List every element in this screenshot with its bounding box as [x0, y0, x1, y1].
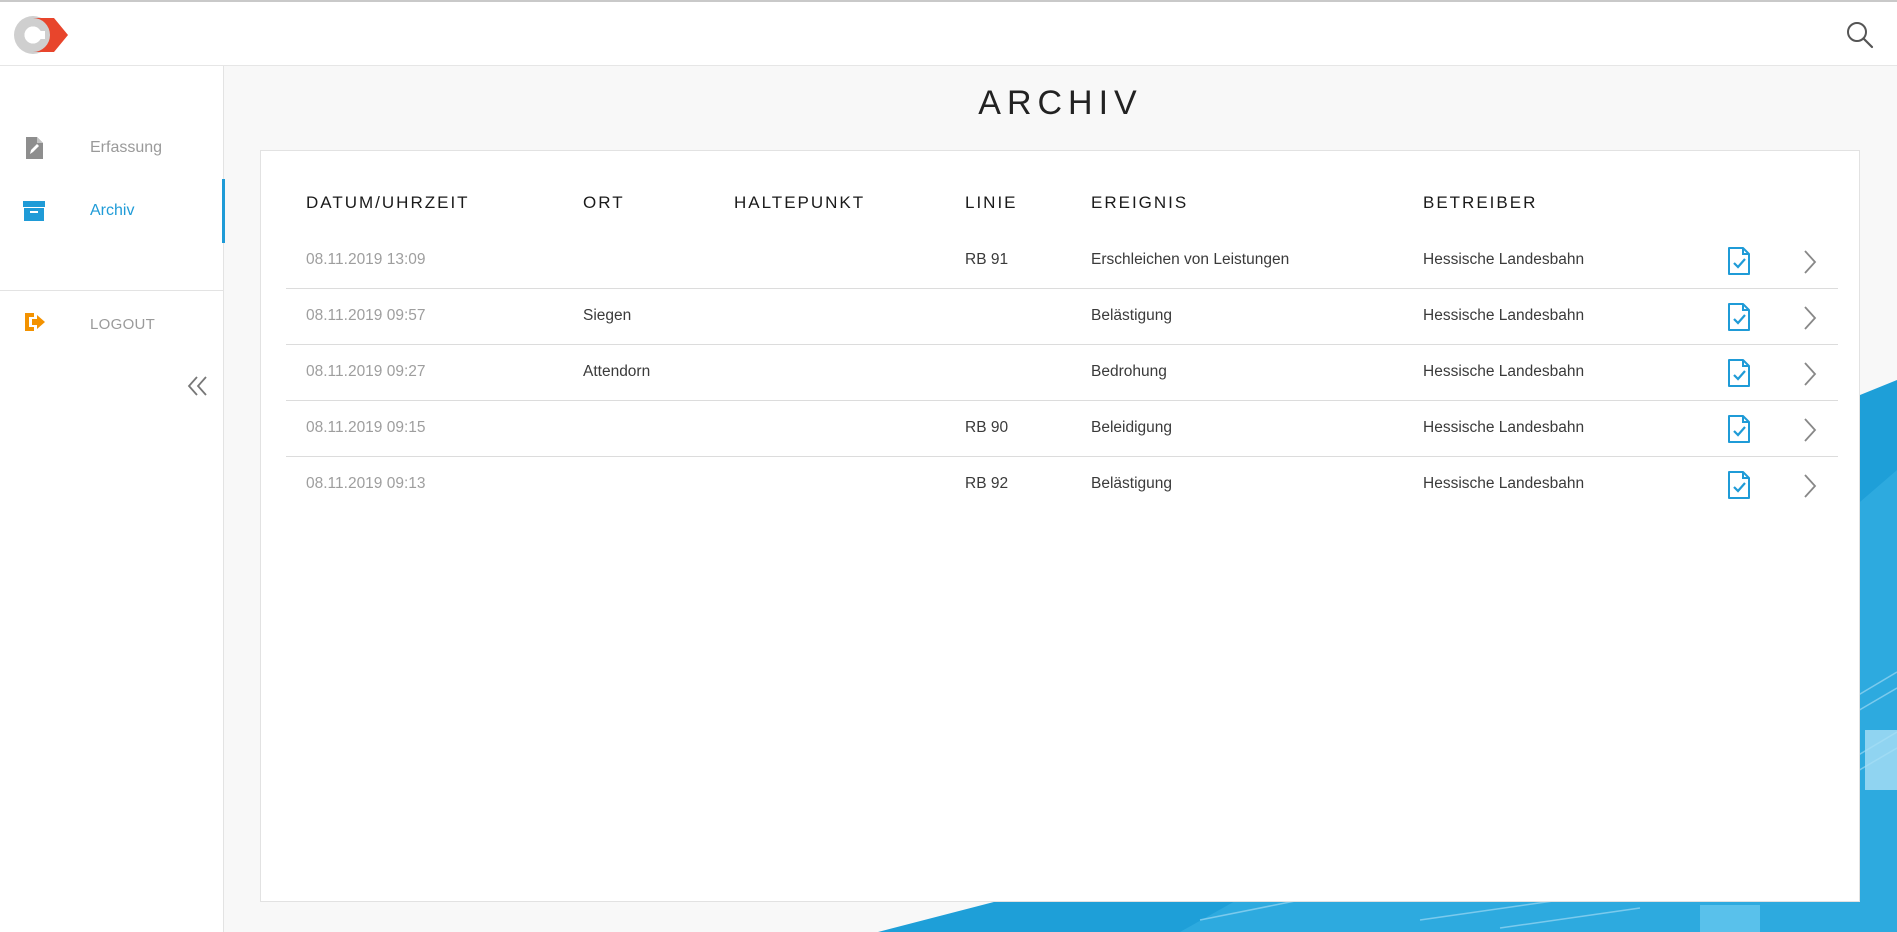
archive-box-icon [23, 201, 45, 221]
cell-betreiber: Hessische Landesbahn [1423, 419, 1585, 436]
chevron-right-icon[interactable] [1801, 361, 1819, 387]
cell-linie: RB 91 [965, 251, 1009, 268]
document-check-icon[interactable] [1726, 303, 1752, 331]
cell-linie: RB 92 [965, 475, 1009, 492]
cell-datetime: 08.11.2019 09:15 [306, 419, 426, 436]
app-logo[interactable] [12, 14, 68, 56]
table-row[interactable]: 08.11.2019 09:27 Attendorn Bedrohung Hes… [286, 345, 1838, 401]
chevron-right-icon[interactable] [1801, 473, 1819, 499]
table-row[interactable]: 08.11.2019 13:09 RB 91 Erschleichen von … [286, 233, 1838, 289]
cell-betreiber: Hessische Landesbahn [1423, 307, 1585, 324]
cell-datetime: 08.11.2019 09:57 [306, 307, 426, 324]
sidebar-item-archiv[interactable]: Archiv [0, 179, 225, 243]
search-icon[interactable] [1845, 20, 1875, 50]
table-row[interactable]: 08.11.2019 09:57 Siegen Belästigung Hess… [286, 289, 1838, 345]
document-check-icon[interactable] [1726, 247, 1752, 275]
sidebar-item-label: LOGOUT [90, 315, 156, 333]
cell-ereignis: Beleidigung [1091, 419, 1173, 436]
cell-betreiber: Hessische Landesbahn [1423, 363, 1585, 380]
cell-ereignis: Belästigung [1091, 307, 1173, 324]
chevron-right-icon[interactable] [1801, 417, 1819, 443]
column-header-datetime[interactable]: DATUM/UHRZEIT [306, 193, 470, 213]
cell-ereignis: Belästigung [1091, 475, 1173, 492]
sidebar-item-logout[interactable]: LOGOUT [0, 290, 224, 358]
top-bar [0, 0, 1897, 66]
cell-betreiber: Hessische Landesbahn [1423, 475, 1585, 492]
archive-table-card: DATUM/UHRZEIT ORT HALTEPUNKT LINIE EREIG… [260, 150, 1860, 902]
column-header-betreiber[interactable]: BETREIBER [1423, 193, 1537, 213]
document-check-icon[interactable] [1726, 359, 1752, 387]
table-row[interactable]: 08.11.2019 09:13 RB 92 Belästigung Hessi… [286, 457, 1838, 513]
column-header-ereignis[interactable]: EREIGNIS [1091, 193, 1188, 213]
cell-datetime: 08.11.2019 09:27 [306, 363, 426, 380]
sidebar-item-erfassung[interactable]: Erfassung [0, 116, 224, 180]
cell-datetime: 08.11.2019 09:13 [306, 475, 426, 492]
cell-ort: Attendorn [583, 363, 651, 380]
column-header-ort[interactable]: ORT [583, 193, 625, 213]
document-edit-icon [26, 137, 43, 159]
active-indicator [222, 179, 225, 243]
sidebar-item-label: Archiv [90, 202, 135, 219]
cell-betreiber: Hessische Landesbahn [1423, 251, 1585, 268]
cell-ort: Siegen [583, 307, 632, 324]
chevron-right-icon[interactable] [1801, 249, 1819, 275]
table-header: DATUM/UHRZEIT ORT HALTEPUNKT LINIE EREIG… [261, 193, 1859, 217]
document-check-icon[interactable] [1726, 471, 1752, 499]
double-chevron-left-icon[interactable] [186, 374, 210, 398]
cell-ereignis: Erschleichen von Leistungen [1091, 251, 1290, 268]
cell-linie: RB 90 [965, 419, 1009, 436]
logout-icon [25, 313, 45, 331]
sidebar-item-label: Erfassung [90, 139, 163, 156]
cell-ereignis: Bedrohung [1091, 363, 1167, 380]
cell-datetime: 08.11.2019 13:09 [306, 251, 426, 268]
column-header-haltepunkt[interactable]: HALTEPUNKT [734, 193, 865, 213]
sidebar: Erfassung Archiv LOGOUT [0, 66, 225, 932]
column-header-linie[interactable]: LINIE [965, 193, 1018, 213]
document-check-icon[interactable] [1726, 415, 1752, 443]
chevron-right-icon[interactable] [1801, 305, 1819, 331]
table-row[interactable]: 08.11.2019 09:15 RB 90 Beleidigung Hessi… [286, 401, 1838, 457]
page-title: ARCHIV [978, 84, 1143, 122]
